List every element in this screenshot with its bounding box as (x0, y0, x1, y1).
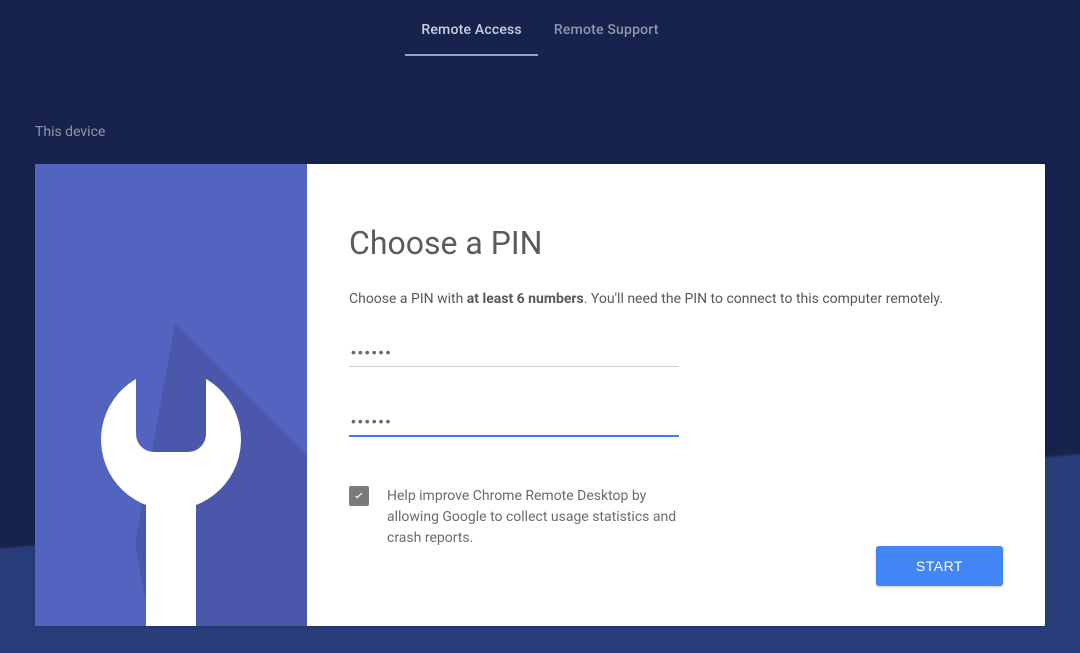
setup-card: Choose a PIN Choose a PIN with at least … (35, 164, 1045, 626)
usage-stats-checkbox[interactable] (349, 486, 369, 506)
desc-suffix: . You'll need the PIN to connect to this… (584, 291, 943, 307)
section-label-this-device: This device (0, 56, 1080, 140)
card-title: Choose a PIN (349, 224, 1003, 262)
check-icon (352, 489, 366, 503)
usage-stats-label: Help improve Chrome Remote Desktop by al… (387, 486, 687, 549)
tab-remote-support[interactable]: Remote Support (538, 8, 675, 56)
start-button[interactable]: START (876, 546, 1003, 586)
desc-bold: at least 6 numbers (467, 291, 584, 307)
usage-stats-row: Help improve Chrome Remote Desktop by al… (349, 486, 1003, 549)
pin-confirm-input[interactable] (349, 407, 679, 437)
desc-prefix: Choose a PIN with (349, 291, 467, 307)
wrench-icon (35, 164, 307, 626)
tabs-bar: Remote Access Remote Support (0, 0, 1080, 56)
card-content: Choose a PIN Choose a PIN with at least … (307, 164, 1045, 626)
card-description: Choose a PIN with at least 6 numbers. Yo… (349, 290, 1003, 310)
card-illustration-panel (35, 164, 307, 626)
tab-remote-access[interactable]: Remote Access (405, 8, 538, 56)
pin-input[interactable] (349, 338, 679, 367)
